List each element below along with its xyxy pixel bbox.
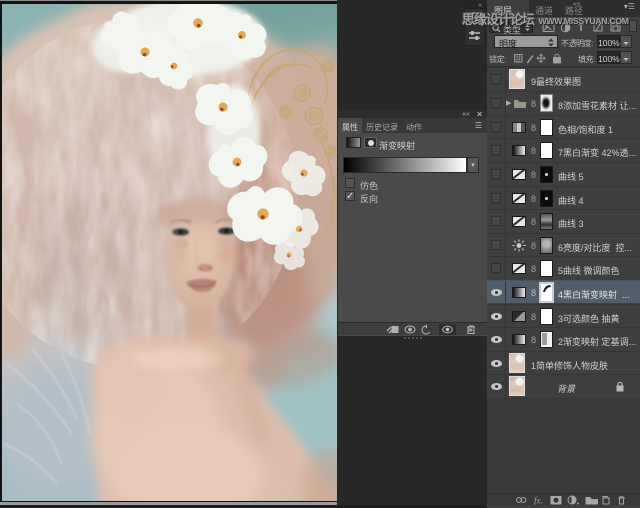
svg-text:fx.: fx. [534,496,543,506]
